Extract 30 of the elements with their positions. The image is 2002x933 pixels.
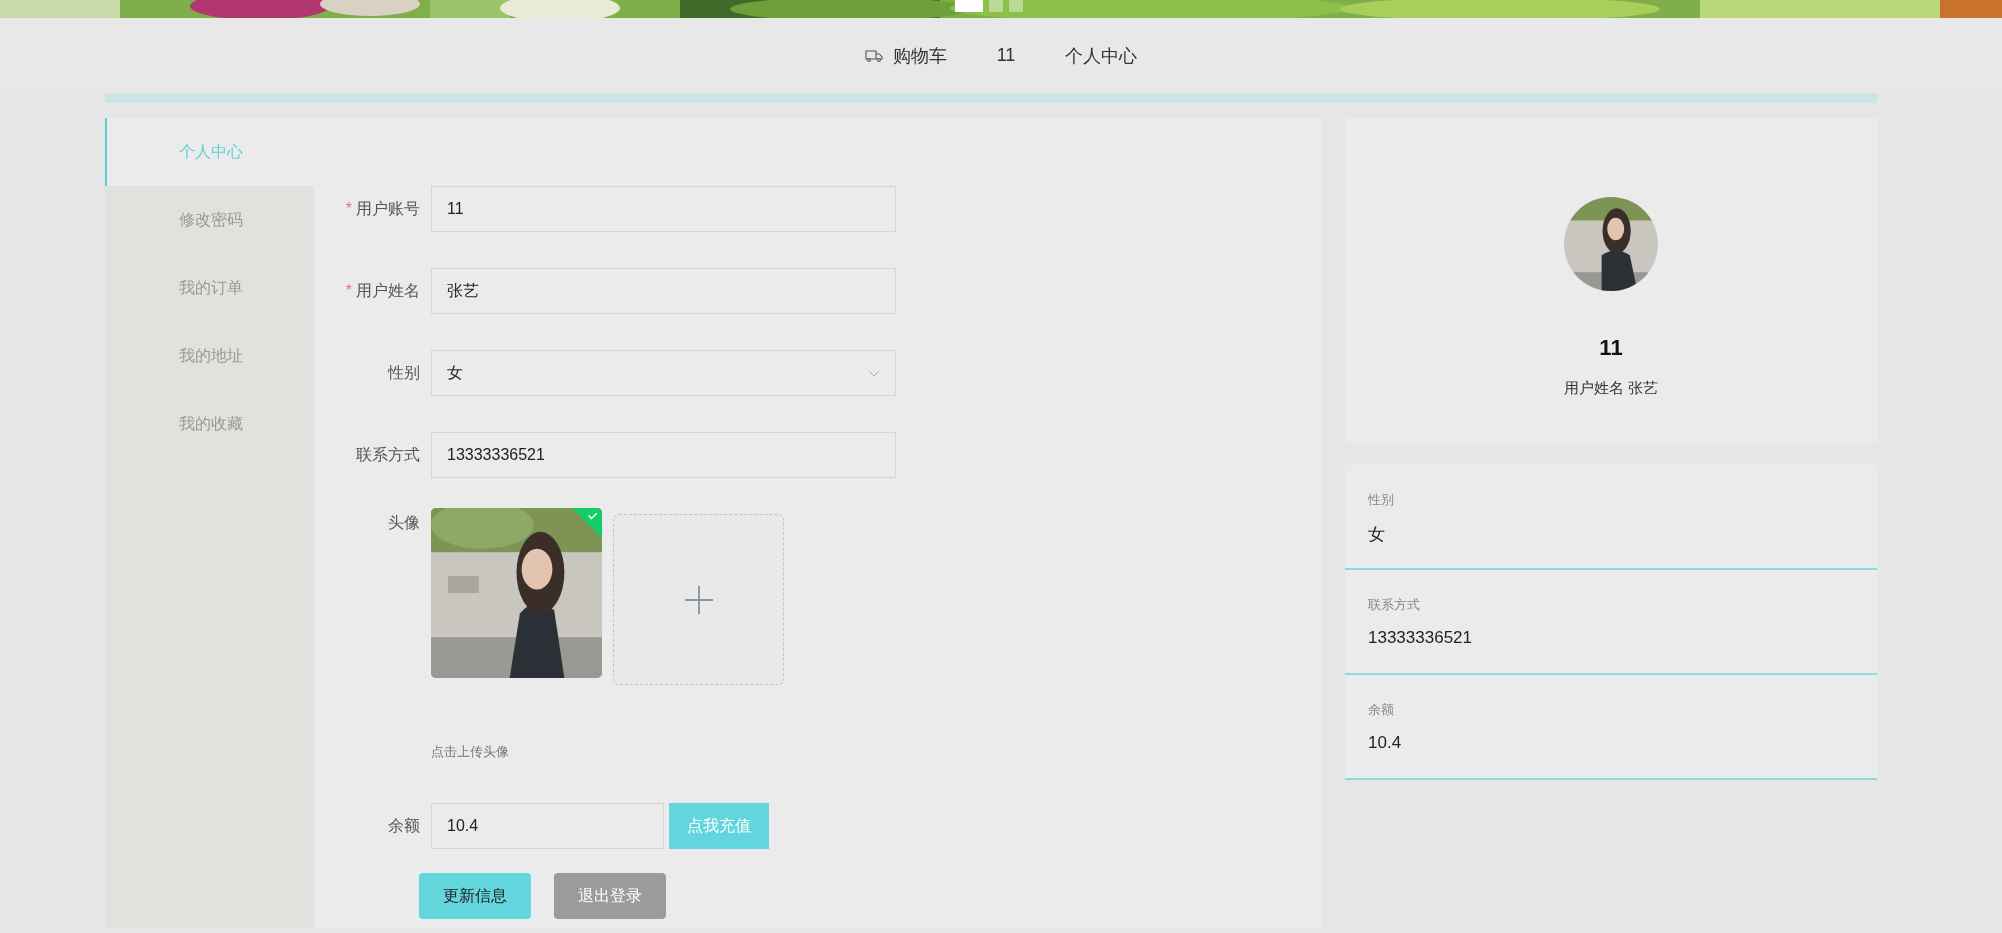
upload-box[interactable]: [613, 514, 784, 685]
field-label: 头像: [388, 514, 420, 531]
detail-value: 女: [1368, 524, 1386, 546]
field-label: 用户账号: [356, 200, 420, 217]
field-label: 联系方式: [356, 446, 420, 463]
user-name: 11: [1599, 335, 1623, 361]
field-label: 余额: [388, 817, 420, 834]
detail-value: 10.4: [1368, 733, 1403, 753]
plus-icon: [684, 585, 713, 614]
field-label: 性别: [388, 364, 420, 381]
chevron-down-icon: [868, 369, 880, 377]
required-mark: *: [345, 200, 352, 217]
user-fullname: 用户姓名 张艺: [1563, 379, 1659, 398]
truck-icon: [864, 49, 883, 62]
input-field[interactable]: 张艺: [431, 268, 896, 314]
required-mark: *: [345, 282, 352, 299]
detail-value: 13333336521: [1368, 628, 1473, 648]
detail-label: 余额: [1368, 701, 1395, 719]
select-field[interactable]: 女: [431, 350, 896, 396]
update-button[interactable]: 更新信息: [419, 873, 531, 919]
field-label: 用户姓名: [356, 282, 420, 299]
input-field[interactable]: 13333336521: [431, 432, 896, 478]
detail-label: 联系方式: [1368, 596, 1421, 614]
detail-label: 性别: [1368, 491, 1395, 509]
nav-link[interactable]: 11: [996, 45, 1016, 66]
upload-hint: 点击上传头像: [431, 743, 510, 761]
nav-link[interactable]: 购物车: [864, 43, 947, 68]
input-field[interactable]: 10.4: [431, 803, 664, 849]
input-field[interactable]: 11: [431, 186, 896, 232]
nav-link[interactable]: 个人中心: [1065, 43, 1138, 68]
